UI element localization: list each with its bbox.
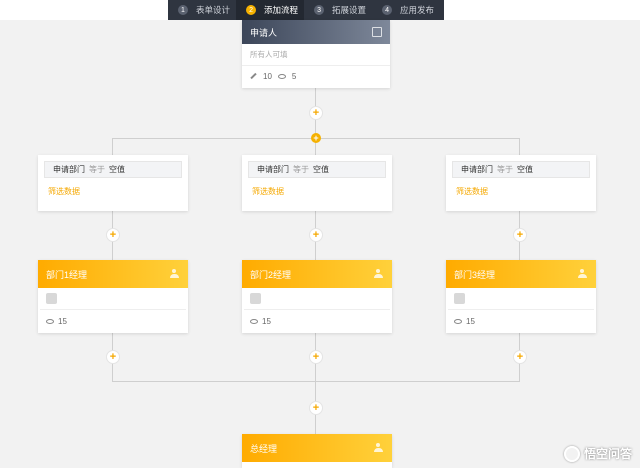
approver-stats: 15 [446,310,596,332]
final-approver-title: 总经理 [250,443,278,454]
step-app-publish[interactable]: 4 应用发布 [372,0,440,20]
user-icon [374,443,384,453]
filter-operator: 等于 [293,165,309,174]
approver-assignee-row[interactable] [40,288,186,310]
filter-field: 申请部门 [53,165,85,174]
add-node-button[interactable]: + [106,350,120,364]
add-node-button[interactable]: + [309,401,323,415]
step-label: 拓展设置 [332,5,367,15]
add-node-button[interactable]: + [513,228,527,242]
final-approver-card[interactable]: 总经理 [242,434,392,468]
approver-title: 部门2经理 [250,269,292,280]
step-label: 添加流程 [264,5,299,15]
condition-filter[interactable]: 申请部门 等于 空值 [44,161,182,178]
approver-title: 部门1经理 [46,269,88,280]
filter-data-link[interactable]: 筛选数据 [456,186,596,197]
user-icon [374,269,384,279]
step-number: 4 [382,5,393,15]
filter-operator: 等于 [89,165,105,174]
step-label: 应用发布 [400,5,435,15]
top-bar: 1 表单设计 2 添加流程 3 拓展设置 4 应用发布 [0,0,640,20]
watermark-logo-icon [563,445,580,462]
filter-value: 空值 [517,165,533,174]
connector-line [112,381,520,382]
approver-node-card[interactable]: 部门1经理 15 [38,260,188,333]
branch-condition-card[interactable]: 申请部门 等于 空值 筛选数据 [446,155,596,211]
condition-filter[interactable]: 申请部门 等于 空值 [248,161,386,178]
user-icon [578,269,588,279]
connector-line [519,138,520,156]
step-extension-settings[interactable]: 3 拓展设置 [304,0,372,20]
approver-node-card[interactable]: 部门2经理 15 [242,260,392,333]
view-icon [277,73,286,79]
avatar-icon [250,293,261,304]
view-count: 15 [262,316,271,326]
applicant-node-title: 申请人 [250,27,278,38]
approver-stats: 15 [242,310,392,332]
filter-value: 空值 [109,165,125,174]
edit-icon [250,72,257,80]
view-count: 15 [58,316,67,326]
applicant-permission-text: 所有人可填 [242,44,390,66]
approver-node-header: 部门1经理 [38,260,188,288]
step-number: 1 [178,5,188,15]
view-count: 15 [466,316,475,326]
avatar-icon [46,293,57,304]
step-label: 表单设计 [196,5,231,15]
step-add-workflow[interactable]: 2 添加流程 [236,0,305,20]
view-icon [46,318,54,324]
applicant-node-card[interactable]: 申请人 所有人可填 10 5 [242,20,390,88]
edit-count: 10 [263,71,272,81]
approver-assignee-row[interactable] [244,288,390,310]
add-branch-button[interactable]: + [311,133,321,143]
branch-condition-card[interactable]: 申请部门 等于 空值 筛选数据 [38,155,188,211]
view-icon [250,318,258,324]
connector-line [112,138,113,156]
edit-form-icon[interactable] [372,27,382,37]
add-node-button[interactable]: + [106,228,120,242]
add-node-button[interactable]: + [309,350,323,364]
avatar-icon [454,293,465,304]
filter-operator: 等于 [497,165,513,174]
add-node-button[interactable]: + [309,228,323,242]
approver-title: 部门3经理 [454,269,496,280]
applicant-stats: 10 5 [242,66,390,86]
add-node-button[interactable]: + [513,350,527,364]
approver-node-header: 部门3经理 [446,260,596,288]
filter-value: 空值 [313,165,329,174]
step-navigation: 1 表单设计 2 添加流程 3 拓展设置 4 应用发布 [168,0,444,20]
step-number: 3 [314,5,325,15]
condition-filter[interactable]: 申请部门 等于 空值 [452,161,590,178]
branch-condition-card[interactable]: 申请部门 等于 空值 筛选数据 [242,155,392,211]
watermark-text: 悟空问答 [583,447,632,461]
step-form-design[interactable]: 1 表单设计 [168,0,236,20]
approver-node-card[interactable]: 部门3经理 15 [446,260,596,333]
final-approver-header: 总经理 [242,434,392,462]
applicant-node-header: 申请人 [242,20,390,44]
view-count: 5 [291,71,297,81]
approver-assignee-row[interactable] [448,288,594,310]
approver-node-header: 部门2经理 [242,260,392,288]
filter-data-link[interactable]: 筛选数据 [252,186,392,197]
approver-stats: 15 [38,310,188,332]
filter-field: 申请部门 [257,165,289,174]
view-icon [454,318,462,324]
step-number: 2 [246,5,257,15]
filter-data-link[interactable]: 筛选数据 [48,186,188,197]
user-icon [170,269,180,279]
filter-field: 申请部门 [461,165,493,174]
add-node-button[interactable]: + [309,106,323,120]
watermark: 悟空问答 [563,445,632,462]
